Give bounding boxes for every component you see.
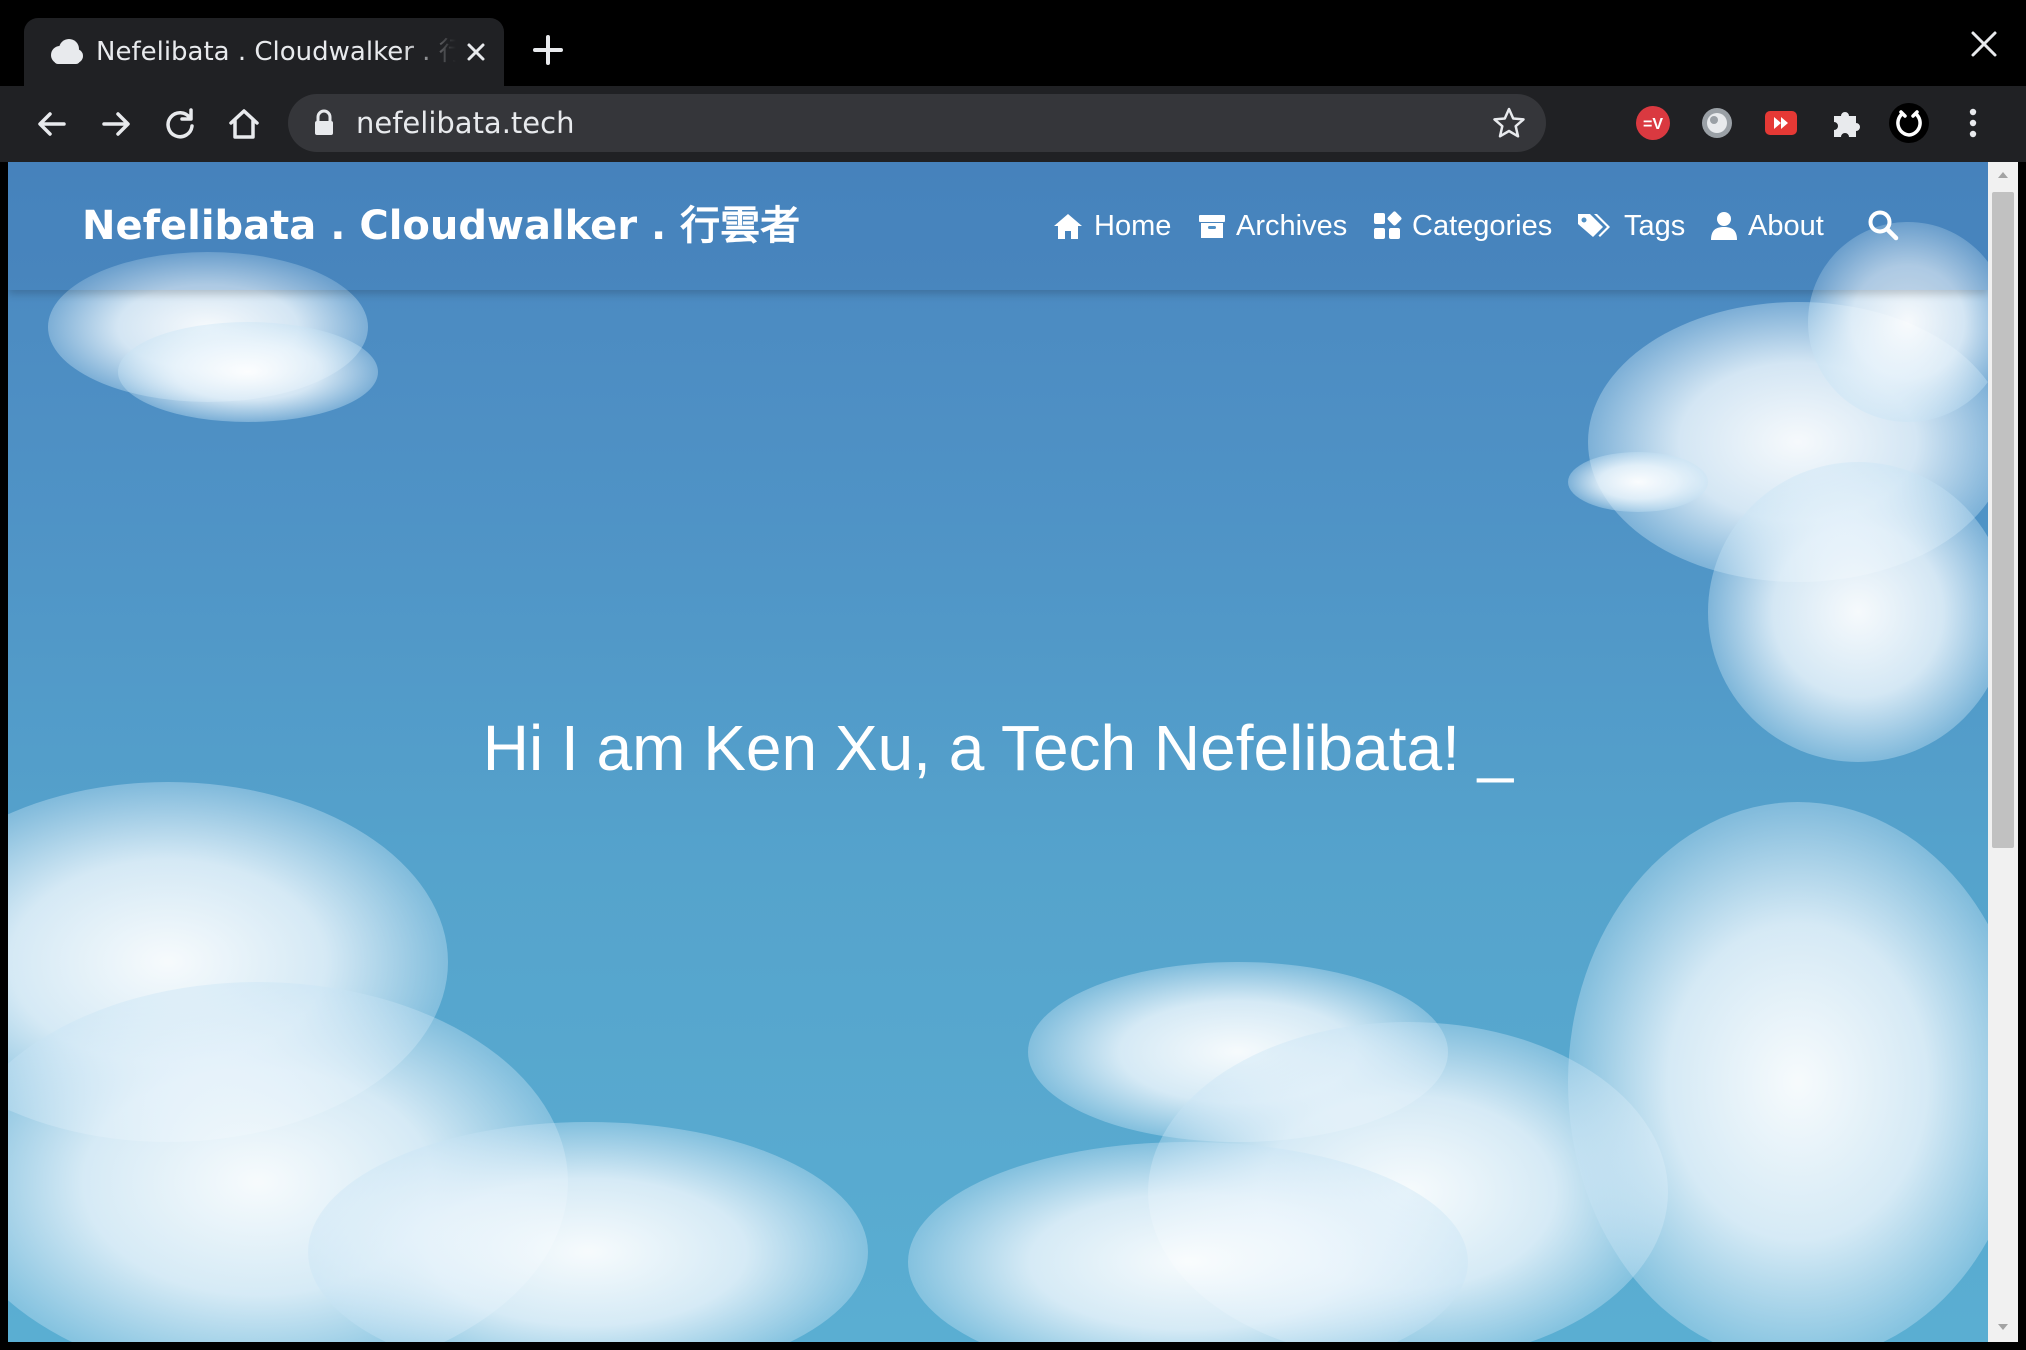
- lock-icon[interactable]: [312, 109, 336, 137]
- address-bar[interactable]: nefelibata.tech: [288, 94, 1546, 152]
- browser-tab[interactable]: Nefelibata . Cloudwalker . 行雲者: [24, 18, 504, 86]
- browser-window: Nefelibata . Cloudwalker . 行雲者: [0, 0, 2026, 1350]
- search-icon[interactable]: [1866, 208, 1900, 242]
- reload-icon[interactable]: [160, 104, 200, 144]
- bookmark-star-icon[interactable]: [1492, 106, 1526, 140]
- categories-grid-icon: [1374, 211, 1402, 239]
- url-text[interactable]: nefelibata.tech: [356, 104, 574, 142]
- scrollbar-thumb[interactable]: [1992, 192, 2014, 848]
- video-speed-icon[interactable]: [1760, 102, 1802, 144]
- nav-archives-label: Archives: [1236, 209, 1348, 242]
- user-icon: [1711, 212, 1737, 240]
- scroll-down-arrow-icon[interactable]: [1996, 1320, 2010, 1334]
- nav-categories-label: Categories: [1412, 209, 1553, 242]
- nav-about[interactable]: About: [1710, 204, 1824, 248]
- tab-close-icon[interactable]: [460, 36, 492, 68]
- window-close-icon[interactable]: [1966, 26, 2002, 62]
- tags-icon: [1578, 214, 1610, 237]
- house-icon: [1054, 214, 1082, 239]
- home-icon[interactable]: [224, 104, 264, 144]
- site-navbar: Nefelibata . Cloudwalker . 行雲者 Home Arch…: [8, 162, 1988, 290]
- nav-about-label: About: [1748, 209, 1824, 242]
- nav-categories[interactable]: Categories: [1372, 204, 1552, 248]
- expressvpn-icon[interactable]: =V: [1632, 102, 1674, 144]
- new-tab-plus-icon[interactable]: [530, 32, 566, 68]
- profile-avatar-icon[interactable]: [1888, 102, 1930, 144]
- nav-home-label: Home: [1094, 209, 1172, 242]
- vpn-globe-icon[interactable]: [1696, 102, 1738, 144]
- scroll-up-arrow-icon[interactable]: [1996, 168, 2010, 182]
- web-page: Nefelibata . Cloudwalker . 行雲者 Home Arch…: [8, 162, 1988, 1342]
- hero-typewriter-text: Hi I am Ken Xu, a Tech Nefelibata! _: [482, 712, 1514, 784]
- back-arrow-icon[interactable]: [32, 104, 72, 144]
- tab-title: Nefelibata . Cloudwalker . 行雲者: [96, 37, 456, 67]
- svg-text:=V: =V: [1643, 116, 1663, 133]
- browser-menu-icon[interactable]: [1952, 102, 1994, 144]
- nav-home[interactable]: Home: [1052, 204, 1171, 248]
- archive-box-icon: [1199, 215, 1225, 238]
- cloud-favicon-icon: [51, 39, 83, 64]
- forward-arrow-icon[interactable]: [96, 104, 136, 144]
- browser-toolbar: nefelibata.tech =V: [0, 86, 2026, 162]
- site-brand[interactable]: Nefelibata . Cloudwalker . 行雲者: [82, 200, 800, 252]
- tab-strip: Nefelibata . Cloudwalker . 行雲者: [0, 0, 2026, 86]
- nav-tags-label: Tags: [1624, 209, 1686, 242]
- nav-tags[interactable]: Tags: [1576, 204, 1685, 248]
- puzzle-extensions-icon[interactable]: [1826, 102, 1868, 144]
- page-scrollbar[interactable]: [1988, 162, 2018, 1342]
- nav-archives[interactable]: Archives: [1198, 204, 1347, 248]
